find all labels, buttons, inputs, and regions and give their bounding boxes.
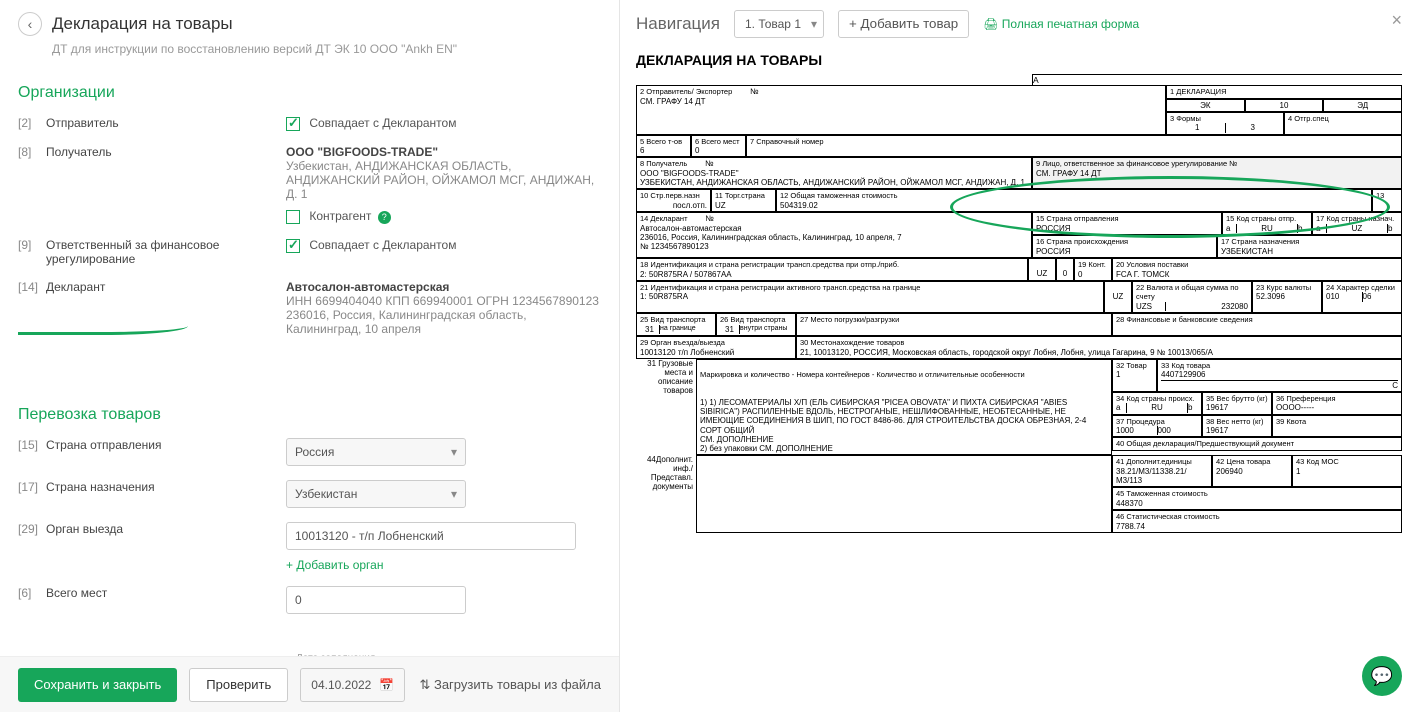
check-button[interactable]: Проверить [189, 668, 288, 702]
section-organizations: Организации [18, 84, 601, 102]
goods-selector[interactable]: 1. Товар 1 [734, 10, 824, 38]
field-num: [14] [18, 280, 46, 294]
recipient-name: ООО "BIGFOODS-TRADE" [286, 145, 601, 159]
field-num: [29] [18, 522, 46, 536]
declaration-document: ДЕКЛАРАЦИЯ НА ТОВАРЫ А 2 Отправитель/ Эк… [636, 52, 1402, 533]
field-label-dest-country: Страна назначения [46, 480, 286, 494]
add-goods-button[interactable]: + Добавить товар [838, 10, 969, 38]
nav-title: Навигация [636, 14, 720, 34]
field-label-total-places: Всего мест [46, 586, 286, 600]
checkbox-label: Совпадает с Декларантом [309, 238, 456, 252]
field-num: [6] [18, 586, 46, 600]
page-title: Декларация на товары [52, 14, 233, 34]
doc-title: ДЕКЛАРАЦИЯ НА ТОВАРЫ [636, 52, 1402, 68]
field-label-exit-org: Орган выезда [46, 522, 286, 536]
c31-side-label: 31 Грузовые места и описание товаров [636, 359, 696, 455]
page-subtitle: ДТ для инструкции по восстановлению верс… [52, 42, 601, 56]
field-num: [17] [18, 480, 46, 494]
field-num: [9] [18, 238, 46, 252]
declarant-address: 236016, Россия, Калининградская область,… [286, 308, 601, 336]
declarant-ids: ИНН 6699404040 КПП 669940001 ОГРН 123456… [286, 294, 601, 308]
select-depart-country[interactable]: Россия [286, 438, 466, 466]
field-label-recipient: Получатель [46, 145, 286, 159]
section-transport: Перевозка товаров [18, 406, 601, 424]
close-icon[interactable]: × [1391, 10, 1402, 31]
select-dest-country[interactable]: Узбекистан [286, 480, 466, 508]
calendar-icon: 📅 [379, 678, 394, 692]
bottom-bar: Сохранить и закрыть Проверить 04.10.2022… [0, 656, 619, 712]
checkbox-counterparty[interactable] [286, 210, 300, 224]
help-icon[interactable]: ? [378, 211, 391, 224]
c44-side-label: 44Дополнит. инф./ Представл. документы [636, 455, 696, 533]
field-num: [15] [18, 438, 46, 452]
chat-fab[interactable]: 💬 [1362, 656, 1402, 696]
field-label-declarant: Декларант [46, 280, 286, 294]
date-input[interactable]: 04.10.2022📅 [300, 668, 405, 702]
full-print-link[interactable]: 🖨 Полная печатная форма [983, 17, 1139, 31]
input-total-places[interactable]: 0 [286, 586, 466, 614]
field-label-finresp: Ответственный за финансовое урегулирован… [46, 238, 286, 266]
recipient-address: Узбекистан, АНДИЖАНСКАЯ ОБЛАСТЬ, АНДИЖАН… [286, 159, 601, 201]
checkbox-label: Контрагент [309, 209, 371, 223]
checkbox-label: Совпадает с Декларантом [309, 116, 456, 130]
back-button[interactable]: ‹ [18, 12, 42, 36]
field-num: [8] [18, 145, 46, 159]
field-label-depart-country: Страна отправления [46, 438, 286, 452]
add-organ-link[interactable]: + Добавить орган [286, 558, 601, 572]
load-goods-link[interactable]: ⇅ Загрузить товары из файла [419, 677, 601, 693]
save-close-button[interactable]: Сохранить и закрыть [18, 668, 177, 702]
checkbox-sender-same[interactable] [286, 117, 300, 131]
checkbox-finresp-same[interactable] [286, 239, 300, 253]
input-exit-org[interactable]: 10013120 - т/п Лобненский [286, 522, 576, 550]
declarant-name: Автосалон-автомастерская [286, 280, 601, 294]
field-num: [2] [18, 116, 46, 130]
field-label-sender: Отправитель [46, 116, 286, 130]
